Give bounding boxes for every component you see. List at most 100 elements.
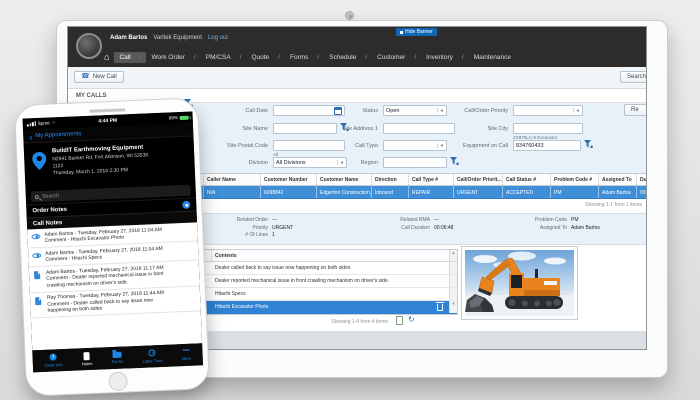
cell-call-status: ACCEPTED bbox=[502, 186, 550, 198]
nav-item-call[interactable]: Call bbox=[114, 51, 147, 63]
phone-icon: ☎ bbox=[81, 73, 90, 80]
calls-grid-paging: Showing 1-1 from 1 items bbox=[585, 202, 642, 208]
nav-item-maintenance[interactable]: Maintenance bbox=[469, 52, 516, 63]
hide-banner-link[interactable]: Hide Banner bbox=[396, 28, 437, 36]
priority-select[interactable]: ▼ bbox=[513, 105, 583, 116]
tab-more[interactable]: More bbox=[181, 349, 192, 361]
document-icon bbox=[33, 271, 41, 280]
filter-icon[interactable] bbox=[584, 140, 593, 149]
eye-icon bbox=[31, 233, 41, 239]
related-order-value: --- bbox=[272, 217, 277, 223]
col-customer-number[interactable]: Customer Number bbox=[260, 174, 316, 185]
related-rma-label: Related RMA bbox=[400, 217, 430, 223]
cell-assigned-to: Adam Bartos bbox=[598, 186, 636, 198]
contents-column-title[interactable]: Contents bbox=[212, 250, 449, 261]
nav-item-pmcsa[interactable]: PM/CSA bbox=[201, 52, 247, 63]
contents-row[interactable]: Dealer reported mechanical issue in fron… bbox=[203, 275, 457, 288]
detail-group-rma: Related RMA --- Call Duration 00:06:48 bbox=[350, 217, 453, 232]
tab-label: Forms bbox=[111, 358, 124, 365]
site-city-input[interactable] bbox=[513, 123, 583, 134]
region-input[interactable] bbox=[383, 157, 447, 168]
problem-code-label: Problem Code bbox=[535, 217, 567, 223]
tab-forms[interactable]: Forms bbox=[111, 351, 123, 364]
col-assigned-to[interactable]: Assigned To bbox=[598, 174, 636, 185]
assigned-to-label: Assigned To bbox=[539, 224, 567, 231]
home-icon[interactable]: ⌂ bbox=[104, 52, 109, 62]
equipment-input[interactable] bbox=[513, 140, 581, 151]
appointment-text: BuildIT Earthmoving Equipment N2941 Bank… bbox=[52, 142, 191, 177]
col-customer-name[interactable]: Customer Name bbox=[316, 174, 371, 185]
phone-frame: Sprint ◠ 4:44 PM 99% My Appointments Bui… bbox=[13, 97, 211, 397]
more-icon bbox=[183, 349, 190, 354]
refresh-icon[interactable]: ↻ bbox=[408, 315, 415, 324]
chevron-down-icon: ▼ bbox=[437, 143, 446, 148]
cell-problem-code: PM bbox=[550, 186, 598, 198]
tab-labor-time[interactable]: Labor Time bbox=[142, 349, 163, 364]
col-direction[interactable]: Direction bbox=[371, 174, 408, 185]
chevron-down-icon: ▼ bbox=[437, 108, 446, 113]
battery-icon bbox=[179, 115, 189, 120]
attachment-photo[interactable] bbox=[461, 246, 578, 320]
webcam-dot bbox=[345, 11, 354, 20]
app-header: Hide Banner Adam Bartos Varitek Equipmen… bbox=[68, 27, 646, 67]
status-label: Status bbox=[362, 108, 378, 114]
assigned-to-value: Adam Bartos bbox=[571, 224, 600, 231]
reset-label: Re bbox=[631, 107, 639, 113]
appointment-card[interactable]: BuildIT Earthmoving Equipment N2941 Bank… bbox=[23, 136, 196, 190]
trash-icon[interactable] bbox=[436, 301, 444, 311]
new-call-button[interactable]: ☎ New Call bbox=[74, 71, 124, 83]
status-select[interactable]: Open ▼ bbox=[383, 105, 447, 116]
tab-notes[interactable]: Notes bbox=[82, 351, 93, 367]
scrollbar-track[interactable] bbox=[449, 288, 457, 300]
site-address-input[interactable] bbox=[383, 123, 455, 134]
map-pin-icon bbox=[32, 151, 47, 170]
nav-item-work-order[interactable]: Work Order bbox=[146, 52, 200, 63]
back-label: My Appointments bbox=[35, 130, 82, 139]
scrollbar-track[interactable] bbox=[449, 275, 457, 287]
scrollbar-down-arrow[interactable]: ▼ bbox=[449, 301, 457, 313]
status-value: Open bbox=[386, 107, 400, 114]
tab-label: More bbox=[181, 355, 192, 361]
contents-row-text: Dealer called back to say issue now happ… bbox=[215, 265, 351, 271]
contents-row-selected[interactable]: Hitachi Excavator Photo ▼ bbox=[203, 301, 457, 314]
scrollbar-track[interactable] bbox=[449, 262, 457, 274]
equipment-label: Equipment on Call bbox=[463, 143, 508, 149]
site-address-label: Site Address 1 bbox=[342, 126, 378, 132]
priority-label: Call/Order Priority bbox=[464, 108, 508, 114]
reset-button[interactable]: Re bbox=[624, 104, 646, 116]
contents-row[interactable]: Dealer called back to say issue now happ… bbox=[203, 262, 457, 275]
contents-row[interactable]: Hitachi Specs bbox=[203, 288, 457, 301]
filter-icon[interactable] bbox=[450, 157, 459, 166]
compass-icon[interactable] bbox=[182, 200, 191, 210]
tab-order-info[interactable]: Order Info bbox=[44, 353, 63, 368]
site-city-label: Site City bbox=[487, 126, 508, 132]
contents-row-text: Hitachi Specs bbox=[215, 291, 246, 297]
search-calls-button[interactable]: Search C bbox=[620, 71, 647, 83]
nav-item-forms[interactable]: Forms bbox=[285, 52, 324, 63]
nav-item-inventory[interactable]: Inventory bbox=[421, 52, 469, 63]
export-excel-icon[interactable] bbox=[396, 316, 403, 325]
nav-item-quote[interactable]: Quote bbox=[246, 52, 285, 63]
nav-item-customer[interactable]: Customer bbox=[372, 52, 421, 63]
col-problem-code[interactable]: Problem Code # bbox=[550, 174, 598, 185]
region-label: Region bbox=[360, 160, 378, 166]
col-call-type[interactable]: Call Type # bbox=[408, 174, 453, 185]
toolbar: ☎ New Call Search C bbox=[68, 67, 647, 89]
scrollbar-up-arrow[interactable]: ▲ bbox=[449, 250, 457, 261]
cell-direction: Inbound bbox=[371, 186, 408, 198]
home-button[interactable] bbox=[108, 371, 129, 392]
user-line: Adam Bartos Varitek Equipment Log out bbox=[110, 35, 228, 41]
call-type-select[interactable]: ▼ bbox=[383, 140, 447, 151]
clock-icon bbox=[148, 349, 156, 357]
tab-label: Order Info bbox=[44, 361, 63, 368]
search-calls-label: Search C bbox=[627, 74, 647, 80]
col-priority[interactable]: Call/Order Priorit... bbox=[453, 174, 502, 185]
col-call-status[interactable]: Call Status # bbox=[502, 174, 550, 185]
order-notes-label: Order Notes bbox=[32, 206, 68, 215]
call-notes-label: Call Notes bbox=[32, 219, 63, 227]
logout-link[interactable]: Log out bbox=[208, 35, 228, 41]
col-caller-name[interactable]: Caller Name bbox=[203, 174, 260, 185]
col-duration[interactable]: Duration bbox=[636, 174, 646, 185]
nav-item-schedule[interactable]: Schedule bbox=[324, 52, 372, 63]
eye-icon bbox=[32, 252, 42, 258]
